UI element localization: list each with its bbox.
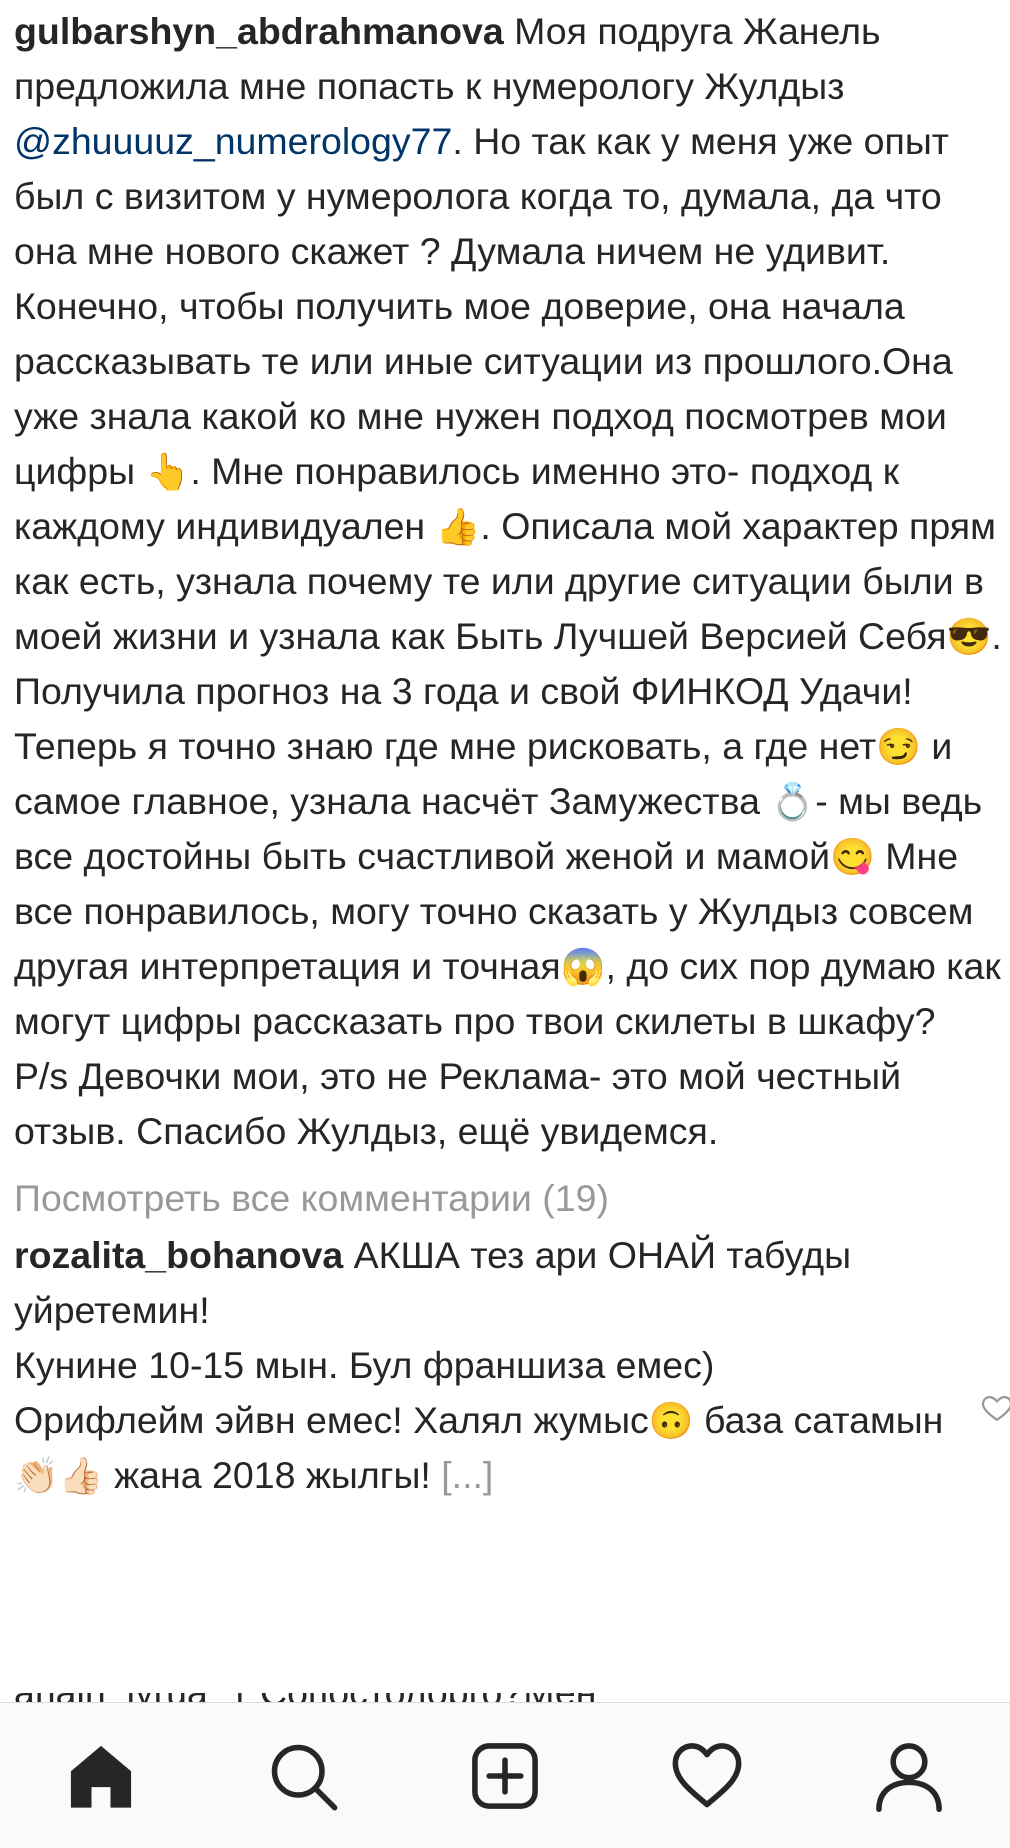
new-post-icon xyxy=(472,1742,538,1809)
activity-heart-icon xyxy=(672,1742,742,1807)
sunglasses-emoji-icon: 😎 xyxy=(946,616,992,657)
view-all-comments-link[interactable]: Посмотреть все комментарии (19) xyxy=(14,1171,1004,1226)
upside-down-face-emoji-icon: 🙃 xyxy=(648,1400,694,1441)
like-comment-heart-icon[interactable] xyxy=(980,1390,1010,1424)
comment-text: rozalita_bohanova АКША тез ари ОНАЙ табу… xyxy=(14,1228,968,1503)
nav-search-button[interactable] xyxy=(258,1731,348,1821)
nav-activity-button[interactable] xyxy=(662,1731,752,1821)
home-icon xyxy=(70,1745,132,1808)
nav-home-button[interactable] xyxy=(56,1731,146,1821)
clap-thumbs-emoji-icon: 👏🏻👍🏻 xyxy=(14,1455,104,1496)
smirk-emoji-icon: 😏 xyxy=(876,726,921,767)
thumbs-up-emoji-icon: 👍 xyxy=(435,506,481,547)
ring-emoji-icon: 💍 xyxy=(770,781,816,822)
profile-icon xyxy=(876,1742,942,1812)
comment-body: база сатамын xyxy=(693,1399,944,1441)
comment-username[interactable]: rozalita_bohanova xyxy=(14,1234,343,1276)
yum-emoji-icon: 😋 xyxy=(830,836,875,877)
nav-profile-button[interactable] xyxy=(864,1731,954,1821)
pointing-up-emoji-icon: 👆 xyxy=(145,451,191,492)
nav-new-post-button[interactable] xyxy=(460,1731,550,1821)
feed-content: gulbarshyn_abdrahmanova Моя подруга Жане… xyxy=(14,4,1010,1503)
post-caption: gulbarshyn_abdrahmanova Моя подруга Жане… xyxy=(14,4,1004,1159)
comment-body: жана 2018 жылгы! xyxy=(103,1454,442,1496)
bottom-navigation-bar xyxy=(0,1702,1010,1848)
caption-text: . Но так как у меня уже опыт был с визит… xyxy=(14,120,953,492)
comment-item: rozalita_bohanova АКША тез ари ОНАЙ табу… xyxy=(14,1228,1010,1503)
post-username[interactable]: gulbarshyn_abdrahmanova xyxy=(14,10,504,52)
mention-link[interactable]: @zhuuuuz_numerology77 xyxy=(14,120,452,162)
search-icon xyxy=(271,1744,338,1810)
scream-emoji-icon: 😱 xyxy=(560,946,606,987)
more-link[interactable]: [...] xyxy=(441,1454,493,1496)
